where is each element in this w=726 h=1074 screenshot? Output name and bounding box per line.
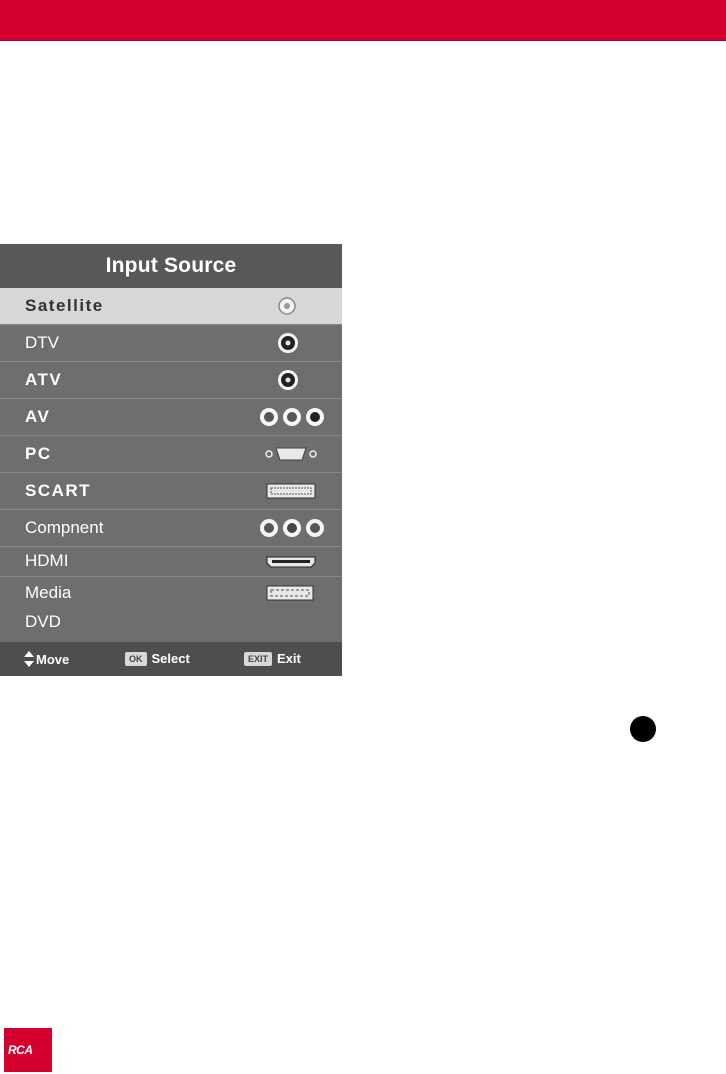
scart-connector-icon <box>266 473 316 509</box>
coax-connector-icon <box>277 325 299 361</box>
rca-connectors-icon <box>259 399 325 435</box>
menu-item-label: Media <box>25 583 72 602</box>
menu-item-label: ATV <box>25 370 63 389</box>
menu-item-media[interactable]: Media <box>0 577 342 608</box>
menu-item-dvd[interactable]: DVD <box>0 608 342 642</box>
menu-title: Input Source <box>0 244 342 288</box>
logo-text: RCA <box>8 1043 33 1057</box>
menu-item-component[interactable]: Compnent <box>0 510 342 547</box>
hdmi-connector-icon <box>266 547 316 576</box>
menu-item-dtv[interactable]: DTV <box>0 325 342 362</box>
menu-item-satellite[interactable]: Satellite <box>0 288 342 325</box>
menu-item-label: SCART <box>25 481 92 500</box>
menu-footer: Move OK Select EXIT Exit <box>0 642 342 676</box>
menu-item-label: Satellite <box>25 296 104 315</box>
menu-item-scart[interactable]: SCART <box>0 473 342 510</box>
rca-logo: RCA <box>4 1028 52 1072</box>
menu-item-pc[interactable]: PC <box>0 436 342 473</box>
menu-item-label: PC <box>25 444 52 463</box>
top-banner <box>0 0 726 41</box>
select-hint: OK Select <box>125 651 190 666</box>
exit-label: Exit <box>277 651 301 666</box>
component-connectors-icon <box>259 510 325 546</box>
vga-connector-icon <box>264 436 318 472</box>
menu-item-label: Compnent <box>25 518 104 537</box>
exit-hint: EXIT Exit <box>244 651 301 666</box>
menu-item-label: DTV <box>25 333 59 352</box>
menu-item-atv[interactable]: ATV <box>0 362 342 399</box>
usb-connector-icon <box>266 577 314 608</box>
select-label: Select <box>151 651 190 666</box>
move-hint: Move <box>24 651 69 667</box>
input-source-menu: Input Source Satellite DTV ATV AV PC SCA… <box>0 244 342 676</box>
up-down-arrows-icon <box>24 651 34 667</box>
menu-item-av[interactable]: AV <box>0 399 342 436</box>
coax-connector-icon <box>277 362 299 398</box>
move-label: Move <box>36 651 70 667</box>
satellite-connector-icon <box>277 288 297 324</box>
menu-item-label: HDMI <box>25 551 69 570</box>
exit-key: EXIT <box>244 651 273 666</box>
menu-item-label: DVD <box>25 612 61 631</box>
menu-item-label: AV <box>25 407 51 426</box>
page-marker <box>630 716 656 742</box>
ok-key: OK <box>125 651 147 666</box>
menu-item-hdmi[interactable]: HDMI <box>0 547 342 577</box>
